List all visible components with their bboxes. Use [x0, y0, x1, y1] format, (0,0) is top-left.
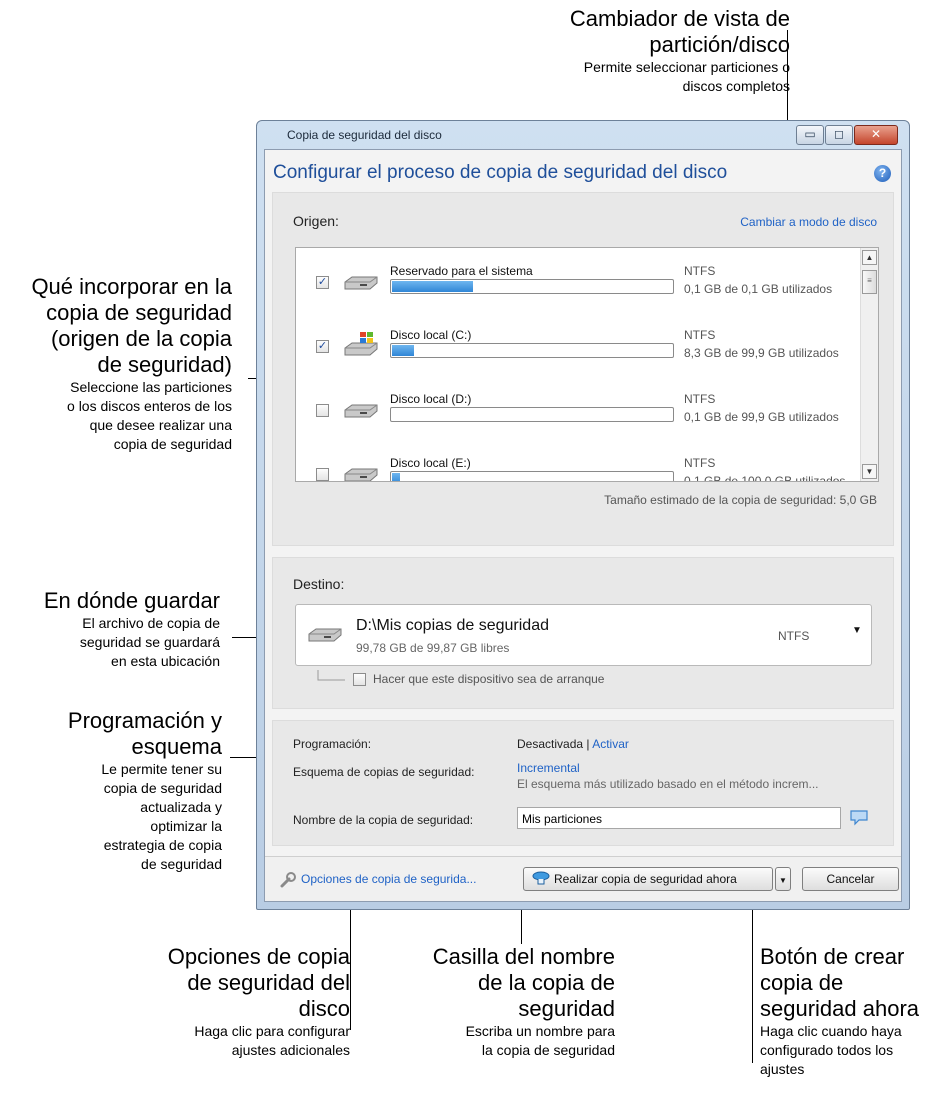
callout-create-desc: Haga clic cuando haya configurado todos …	[760, 1023, 902, 1077]
destination-panel: Destino: D:\Mis copias de seguridad 99,7…	[272, 557, 894, 709]
callout-source-desc: Seleccione las particiones o los discos …	[67, 379, 232, 452]
callout-dest-title: En dónde guardar	[43, 588, 220, 613]
usage-bar	[390, 279, 674, 294]
scroll-down-icon[interactable]: ▼	[862, 464, 877, 479]
scheme-label: Esquema de copias de seguridad:	[293, 765, 475, 779]
chevron-down-icon: ▼	[779, 876, 787, 885]
usage-text: 0,1 GB de 99,9 GB utilizados	[684, 410, 839, 424]
list-item[interactable]: ✓ Disco local (C:) NTFS 8,3 GB de 99,9 G…	[296, 320, 878, 380]
schedule-separator: |	[586, 737, 590, 751]
bootable-checkbox[interactable]	[353, 673, 366, 686]
partition-name: Disco local (E:)	[390, 456, 471, 470]
partition-checkbox[interactable]: ✓	[316, 276, 329, 289]
backup-now-button[interactable]: Realizar copia de seguridad ahora	[523, 867, 773, 891]
usage-text: 8,3 GB de 99,9 GB utilizados	[684, 346, 839, 360]
source-label: Origen:	[293, 213, 339, 229]
cancel-button[interactable]: Cancelar	[802, 867, 899, 891]
hard-drive-icon	[344, 404, 378, 418]
hard-drive-icon	[308, 628, 342, 642]
scroll-up-icon[interactable]: ▲	[862, 250, 877, 265]
activate-schedule-link[interactable]: Activar	[592, 737, 629, 751]
estimated-size: Tamaño estimado de la copia de seguridad…	[604, 493, 877, 507]
hard-drive-icon	[344, 468, 378, 481]
filesystem-label: NTFS	[684, 456, 716, 470]
schedule-state: Desactivada	[517, 737, 584, 751]
usage-text: 0,1 GB de 0,1 GB utilizados	[684, 282, 833, 296]
callout-name-desc: Escriba un nombre para la copia de segur…	[465, 1023, 615, 1058]
schedule-status: Desactivada | Activar	[517, 737, 629, 751]
list-scrollbar[interactable]: ▲ ≡ ▼	[860, 248, 878, 481]
partition-checkbox[interactable]: ✓	[316, 340, 329, 353]
callout-options-title: Opciones de copia de seguridad del disco	[167, 944, 350, 1021]
windows-drive-icon	[344, 332, 378, 356]
partition-name: Disco local (C:)	[390, 328, 472, 342]
partition-checkbox[interactable]	[316, 404, 329, 417]
backup-options-link[interactable]: Opciones de copia de segurida...	[301, 872, 476, 886]
source-panel: Origen: Cambiar a modo de disco ✓ Reserv…	[272, 192, 894, 546]
scroll-thumb[interactable]: ≡	[862, 270, 877, 294]
backup-name-label: Nombre de la copia de seguridad:	[293, 813, 474, 827]
list-item[interactable]: Disco local (D:) NTFS 0,1 GB de 99,9 GB …	[296, 384, 878, 444]
maximize-button[interactable]: ◻	[825, 125, 853, 145]
switch-to-disk-mode-link[interactable]: Cambiar a modo de disco	[740, 215, 877, 229]
comment-icon[interactable]	[849, 809, 869, 827]
backup-window: Copia de seguridad del disco ▭ ◻ ✕ Confi…	[256, 120, 910, 910]
page-title: Configurar el proceso de copia de seguri…	[273, 162, 728, 183]
filesystem-label: NTFS	[684, 328, 716, 342]
title-bar[interactable]: Copia de seguridad del disco ▭ ◻ ✕	[257, 121, 909, 149]
backup-now-dropdown-button[interactable]: ▼	[775, 867, 791, 891]
partition-name: Reservado para el sistema	[390, 264, 533, 278]
tree-connector-icon	[317, 670, 345, 681]
scheme-description: El esquema más utilizado basado en el mé…	[517, 777, 819, 791]
list-item[interactable]: Disco local (E:) NTFS 0,1 GB de 100,0 GB…	[296, 448, 878, 482]
hard-drive-icon	[344, 276, 378, 290]
wrench-icon	[280, 872, 296, 888]
scheme-value-link[interactable]: Incremental	[517, 761, 580, 775]
callout-dest-desc: El archivo de copia de seguridad se guar…	[79, 615, 220, 669]
bootable-label: Hacer que este dispositivo sea de arranq…	[373, 672, 605, 686]
destination-path: D:\Mis copias de seguridad	[356, 617, 549, 634]
window-title: Copia de seguridad del disco	[287, 128, 442, 142]
callout-view-switcher-title: Cambiador de vista de partición/disco	[569, 6, 790, 57]
callout-source-title: Qué incorporar en la copia de seguridad …	[31, 274, 232, 377]
usage-bar	[390, 407, 674, 422]
callout-create-title: Botón de crear copia de seguridad ahora	[760, 944, 920, 1021]
minimize-button[interactable]: ▭	[796, 125, 824, 145]
schedule-label: Programación:	[293, 737, 372, 751]
backup-now-label: Realizar copia de seguridad ahora	[554, 872, 737, 886]
callout-options-desc: Haga clic para configurar ajustes adicio…	[194, 1023, 350, 1058]
destination-label: Destino:	[293, 576, 345, 592]
chevron-down-icon[interactable]: ▼	[852, 625, 862, 636]
callout-view-switcher-desc: Permite seleccionar particiones o discos…	[583, 59, 790, 94]
usage-bar	[390, 343, 674, 358]
destination-filesystem: NTFS	[778, 629, 810, 643]
backup-name-input[interactable]: Mis particiones	[517, 807, 841, 829]
close-button[interactable]: ✕	[854, 125, 898, 145]
partition-list[interactable]: ✓ Reservado para el sistema NTFS 0,1 GB …	[295, 247, 879, 482]
usage-bar	[390, 471, 674, 481]
callout-name-title: Casilla del nombre de la copia de seguri…	[432, 944, 615, 1021]
destination-free-space: 99,78 GB de 99,87 GB libres	[356, 641, 510, 655]
callout-line	[752, 893, 753, 1063]
schedule-panel: Programación: Desactivada | Activar Esqu…	[272, 720, 894, 846]
window-client: Configurar el proceso de copia de seguri…	[264, 149, 902, 902]
destination-selector[interactable]: D:\Mis copias de seguridad 99,78 GB de 9…	[295, 604, 872, 666]
partition-checkbox[interactable]	[316, 468, 329, 481]
list-item[interactable]: ✓ Reservado para el sistema NTFS 0,1 GB …	[296, 256, 878, 316]
backup-icon	[532, 871, 550, 885]
callout-schedule-title: Programación y esquema	[67, 708, 222, 759]
help-icon[interactable]: ?	[874, 165, 891, 182]
callout-schedule-desc: Le permite tener su copia de seguridad a…	[101, 761, 222, 872]
usage-text: 0,1 GB de 100,0 GB utilizados	[684, 474, 846, 482]
callout-line	[350, 890, 351, 1030]
filesystem-label: NTFS	[684, 392, 716, 406]
filesystem-label: NTFS	[684, 264, 716, 278]
footer-bar: Opciones de copia de segurida... Realiza…	[265, 856, 901, 901]
partition-name: Disco local (D:)	[390, 392, 472, 406]
